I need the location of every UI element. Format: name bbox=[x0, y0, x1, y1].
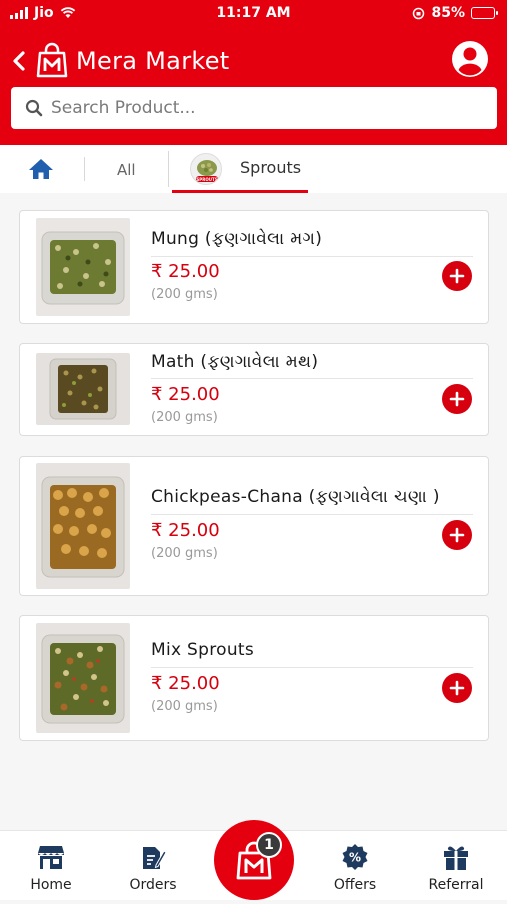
product-image bbox=[36, 463, 130, 589]
product-name: Chickpeas-Chana (ફણગાવેલા ચણા ) bbox=[151, 487, 440, 507]
nav-orders-label: Orders bbox=[129, 877, 177, 893]
orientation-lock-icon bbox=[413, 7, 425, 19]
product-unit: (200 gms) bbox=[151, 287, 218, 302]
product-card[interactable]: Mix Sprouts ₹ 25.00 (200 gms) bbox=[19, 615, 489, 741]
plus-circle-icon[interactable] bbox=[442, 673, 472, 703]
category-tabs: All SPROUTS Sprouts bbox=[0, 145, 507, 193]
tab-divider bbox=[168, 151, 169, 187]
divider bbox=[151, 667, 473, 668]
product-unit: (200 gms) bbox=[151, 546, 218, 561]
product-price: ₹ 25.00 bbox=[151, 520, 220, 541]
product-image bbox=[36, 623, 130, 733]
plus-circle-icon[interactable] bbox=[442, 384, 472, 414]
product-image bbox=[36, 218, 130, 316]
tab-divider bbox=[84, 157, 85, 181]
status-bar: Jio 11:17 AM 85% bbox=[0, 0, 507, 28]
offers-badge-icon: % bbox=[342, 844, 368, 870]
search-bar[interactable] bbox=[11, 87, 497, 129]
store-icon bbox=[38, 846, 64, 869]
nav-home-label: Home bbox=[30, 877, 72, 893]
svg-text:%: % bbox=[349, 851, 361, 865]
nav-offers-label: Offers bbox=[333, 877, 377, 893]
product-card[interactable]: Chickpeas-Chana (ફણગાવેલા ચણા ) ₹ 25.00 … bbox=[19, 456, 489, 596]
tab-sprouts-label: Sprouts bbox=[240, 158, 302, 177]
app-title: Mera Market bbox=[76, 47, 230, 75]
cart-bag-icon bbox=[236, 841, 272, 880]
plus-circle-icon[interactable] bbox=[442, 520, 472, 550]
orders-icon bbox=[143, 847, 166, 869]
nav-home[interactable]: Home bbox=[11, 843, 91, 893]
product-price: ₹ 25.00 bbox=[151, 673, 220, 694]
search-icon bbox=[25, 99, 43, 117]
tab-all[interactable]: All bbox=[117, 161, 136, 179]
product-price: ₹ 25.00 bbox=[151, 261, 220, 282]
product-unit: (200 gms) bbox=[151, 699, 218, 714]
sprouts-category-image: SPROUTS bbox=[190, 153, 222, 185]
gift-icon bbox=[444, 846, 468, 870]
nav-referral[interactable]: Referral bbox=[416, 843, 496, 893]
app-header: Jio 11:17 AM 85% Mera Market bbox=[0, 0, 507, 145]
battery-percent: 85% bbox=[431, 5, 465, 21]
product-name: Mung (ફણગાવેલા મગ) bbox=[151, 229, 323, 249]
plus-circle-icon[interactable] bbox=[442, 261, 472, 291]
product-name: Math (ફણગાવેલા મથ) bbox=[151, 352, 319, 372]
product-card[interactable]: Mung (ફણગાવેલા મગ) ₹ 25.00 (200 gms) bbox=[19, 210, 489, 324]
divider bbox=[151, 514, 473, 515]
search-input[interactable] bbox=[51, 98, 471, 118]
sprouts-badge-text: SPROUTS bbox=[196, 177, 217, 182]
cart-button[interactable] bbox=[214, 820, 294, 900]
product-price: ₹ 25.00 bbox=[151, 384, 220, 405]
nav-orders[interactable]: Orders bbox=[113, 843, 193, 893]
divider bbox=[151, 256, 473, 257]
nav-referral-label: Referral bbox=[428, 877, 484, 893]
divider bbox=[151, 378, 473, 379]
shopping-bag-m-icon bbox=[36, 42, 68, 78]
cart-count-badge: 1 bbox=[256, 832, 282, 858]
product-card[interactable]: Math (ફણગાવેલા મથ) ₹ 25.00 (200 gms) bbox=[19, 343, 489, 436]
chevron-left-icon[interactable] bbox=[8, 48, 30, 74]
product-name: Mix Sprouts bbox=[151, 640, 255, 660]
home-icon[interactable] bbox=[28, 157, 54, 181]
nav-offers[interactable]: % Offers bbox=[315, 843, 395, 893]
tab-sprouts[interactable]: SPROUTS Sprouts bbox=[172, 147, 308, 193]
battery-icon bbox=[471, 7, 498, 19]
product-image bbox=[36, 353, 130, 425]
user-circle-icon[interactable] bbox=[451, 40, 489, 78]
product-unit: (200 gms) bbox=[151, 410, 218, 425]
